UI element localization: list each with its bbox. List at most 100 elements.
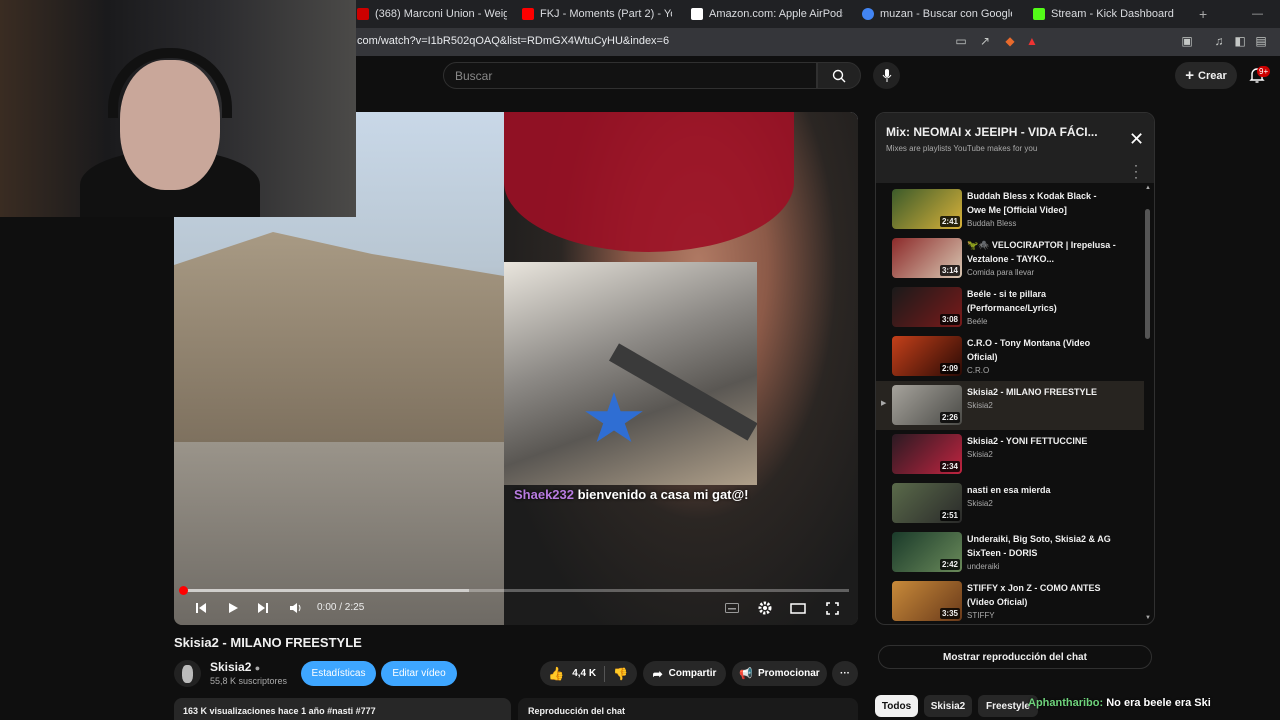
video-frame-building	[174, 232, 504, 452]
scroll-up-icon[interactable]: ▲	[1145, 185, 1151, 191]
browser-tab[interactable]: Amazon.com: Apple AirPods Max - A	[691, 0, 843, 28]
playlist-title[interactable]: Mix: NEOMAI x JEEIPH - VIDA FÁCI...	[886, 125, 1098, 139]
playlist-item-thumbnail[interactable]: 3:14	[892, 238, 962, 278]
share-icon[interactable]: ↗	[978, 34, 992, 48]
playlist-item-thumbnail[interactable]: 2:42	[892, 532, 962, 572]
playlist-item-channel: Beéle	[967, 317, 988, 326]
channel-avatar[interactable]	[174, 660, 201, 687]
time-display: 0:00 / 2:25	[317, 602, 365, 613]
thumbs-up-icon[interactable]: 👍	[548, 666, 564, 682]
divider	[604, 665, 606, 682]
search-input[interactable]: Buscar	[443, 62, 817, 89]
fullscreen-icon	[825, 601, 839, 615]
edit-video-label: Editar vídeo	[392, 668, 446, 679]
playlist-item-thumbnail[interactable]: 2:51	[892, 483, 962, 523]
create-button[interactable]: + Crear	[1175, 62, 1237, 89]
playlist-item[interactable]: 2:42 Underaiki, Big Soto, Skisia2 & AG Si…	[876, 528, 1144, 577]
playlist-item-title[interactable]: C.R.O - Tony Montana (Video Oficial)	[967, 336, 1117, 364]
playlist-item-title[interactable]: Buddah Bless x Kodak Black - Owe Me [Off…	[967, 189, 1117, 217]
search-button[interactable]	[817, 62, 861, 89]
theater-icon	[790, 602, 806, 614]
music-icon[interactable]: ♫	[1212, 34, 1226, 48]
promote-button[interactable]: 📢 Promocionar	[732, 661, 827, 686]
playlist-item[interactable]: 2:51 nasti en esa mierda Skisia2	[876, 479, 1144, 528]
brave-shield-icon[interactable]: ◆	[1003, 34, 1017, 48]
subscriber-count: 55,8 K suscriptores	[210, 676, 288, 686]
panel-icon[interactable]: ◧	[1233, 34, 1247, 48]
playlist-item-thumbnail[interactable]: 3:35	[892, 581, 962, 621]
playlist-item-thumbnail[interactable]: 2:34	[892, 434, 962, 474]
playlist-item-title[interactable]: nasti en esa mierda	[967, 483, 1117, 497]
playlist-item[interactable]: 2:34 Skisia2 - YONI FETTUCCINE Skisia2	[876, 430, 1144, 479]
playlist-item[interactable]: 3:08 Beéle - si te pillara (Performance/L…	[876, 283, 1144, 332]
wallet-icon[interactable]: ▤	[1254, 34, 1268, 48]
share-button[interactable]: ➦ Compartir	[643, 661, 726, 686]
rewards-icon[interactable]: ▲	[1025, 34, 1039, 48]
playlist-item[interactable]: 2:41 Buddah Bless x Kodak Black - Owe Me …	[876, 185, 1144, 234]
browser-tab[interactable]: FKJ - Moments (Part 2) - YouTube	[522, 0, 672, 28]
video-description-meta[interactable]: 163 K visualizaciones hace 1 año #nasti …	[174, 698, 511, 720]
search-icon	[832, 69, 846, 82]
url-text[interactable]: com/watch?v=I1bR502qOAQ&list=RDmGX4WtuCy…	[357, 35, 669, 47]
chip-channel[interactable]: Skisia2	[924, 695, 972, 717]
playlist-item-channel: Skisia2	[967, 401, 993, 410]
like-dislike-group[interactable]: 👍 4,4 K 👎	[540, 661, 637, 686]
browser-tab[interactable]: (368) Marconi Union - Weightless (O	[357, 0, 507, 28]
fullscreen-button[interactable]	[823, 598, 841, 618]
playlist-item-title[interactable]: Skisia2 - MILANO FREESTYLE	[967, 385, 1117, 399]
overlay-message: No era beele era Ski	[1103, 697, 1211, 709]
webcam-overlay	[0, 0, 356, 217]
duration-badge: 2:41	[939, 216, 960, 227]
browser-tab[interactable]: muzan - Buscar con Google	[862, 0, 1012, 28]
sidebar-icon[interactable]: ▣	[1180, 34, 1194, 48]
playlist-item[interactable]: 2:09 C.R.O - Tony Montana (Video Oficial)…	[876, 332, 1144, 381]
tab-label: FKJ - Moments (Part 2) - YouTube	[540, 8, 672, 20]
kebab-menu-icon[interactable]: · · ·	[1134, 159, 1138, 183]
playlist-item[interactable]: ▶ 2:26 Skisia2 - MILANO FREESTYLE Skisia2	[876, 381, 1144, 430]
new-tab-button[interactable]: +	[1199, 0, 1211, 28]
playlist-item-thumbnail[interactable]: 2:26	[892, 385, 962, 425]
star-shape	[585, 392, 643, 443]
voice-search-button[interactable]	[873, 62, 900, 89]
edit-video-button[interactable]: Editar vídeo	[381, 661, 457, 686]
show-chat-replay-button[interactable]: Mostrar reproducción del chat	[878, 645, 1152, 669]
playlist-panel: Mix: NEOMAI x JEEIPH - VIDA FÁCI... Mixe…	[875, 112, 1155, 625]
progress-bar[interactable]	[179, 586, 849, 595]
playlist-item-title[interactable]: Skisia2 - YONI FETTUCCINE	[967, 434, 1117, 448]
duration-badge: 3:35	[939, 608, 960, 619]
close-icon[interactable]: ✕	[1129, 130, 1144, 148]
statistics-button[interactable]: Estadísticas	[301, 661, 376, 686]
playlist-item-thumbnail[interactable]: 2:41	[892, 189, 962, 229]
playlist-item-thumbnail[interactable]: 3:08	[892, 287, 962, 327]
browser-tab[interactable]: Stream - Kick Dashboard	[1033, 0, 1183, 28]
playlist-item[interactable]: 3:35 STIFFY x Jon Z - COMO ANTES (Video O…	[876, 577, 1144, 624]
chip-all[interactable]: Todos	[875, 695, 918, 717]
subtitles-button[interactable]	[723, 598, 741, 618]
theater-mode-button[interactable]	[789, 598, 807, 618]
playlist-item-title[interactable]: 🦖🕷️ VELOCIRAPTOR | Irepelusa - Veztalone…	[967, 238, 1117, 266]
playlist-item[interactable]: 3:14 🦖🕷️ VELOCIRAPTOR | Irepelusa - Vezta…	[876, 234, 1144, 283]
playlist-item-title[interactable]: Underaiki, Big Soto, Skisia2 & AG SixTee…	[967, 532, 1117, 560]
scroll-down-icon[interactable]: ▼	[1145, 615, 1151, 621]
scroll-thumb[interactable]	[1145, 209, 1150, 339]
playlist-scrollbar[interactable]: ▲ ▼	[1145, 185, 1151, 623]
stream-chat-bottom-overlay: Aphantharibo: No era beele era Ski	[1028, 697, 1211, 709]
chat-message: bienvenido a casa mi gat@!	[574, 487, 749, 502]
channel-name[interactable]: Skisia2 ●	[210, 660, 260, 674]
webcam-headset	[108, 48, 232, 118]
volume-button[interactable]	[287, 598, 305, 618]
playlist-item-title[interactable]: Beéle - si te pillara (Performance/Lyric…	[967, 287, 1117, 315]
minimize-icon[interactable]: —	[1252, 0, 1264, 28]
play-button[interactable]	[224, 598, 242, 618]
previous-button[interactable]	[192, 598, 210, 618]
cast-icon[interactable]: ▭	[954, 34, 968, 48]
thumbs-down-icon[interactable]: 👎	[613, 667, 628, 681]
settings-button[interactable]	[756, 598, 774, 618]
playlist-item-title[interactable]: STIFFY x Jon Z - COMO ANTES (Video Ofici…	[967, 581, 1117, 609]
verified-check-icon: ●	[254, 663, 261, 673]
next-button[interactable]	[254, 598, 272, 618]
more-actions-button[interactable]: ···	[832, 661, 858, 686]
playlist-item-thumbnail[interactable]: 2:09	[892, 336, 962, 376]
scrubber-handle[interactable]	[179, 586, 188, 595]
subtitles-icon	[725, 603, 739, 613]
